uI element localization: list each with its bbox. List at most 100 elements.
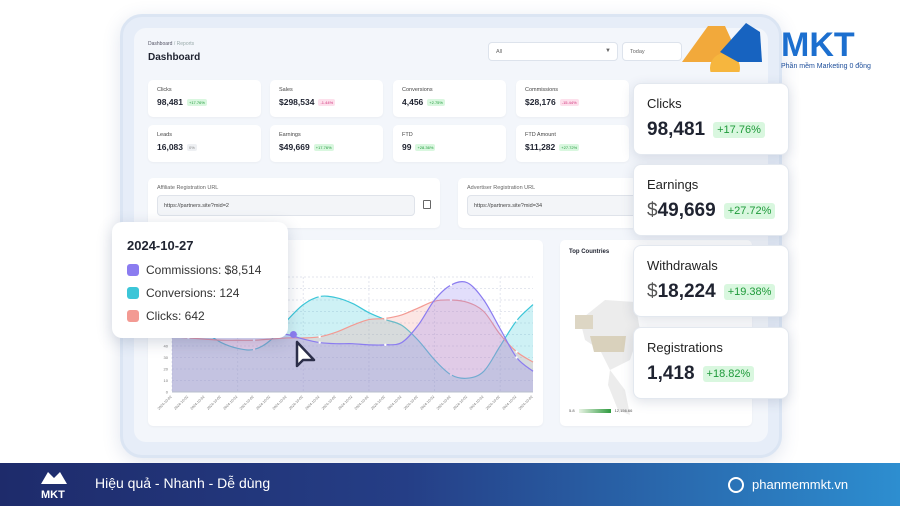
chart-tooltip: 2024-10-27 Commissions: $8,514 Conversio…	[112, 222, 288, 338]
x-tick-label: 2024-10-02	[501, 395, 517, 411]
legend-max: 12,156.66	[614, 408, 633, 413]
conversions-swatch	[127, 286, 139, 299]
highlight-change-badge: +19.38%	[723, 284, 776, 300]
currency-symbol: $	[647, 281, 658, 302]
stat-value: 99	[402, 142, 412, 152]
stat-label: FTD	[402, 132, 413, 138]
y-tick-label: 20	[164, 367, 169, 372]
tooltip-conversions-text: Conversions: 124	[146, 285, 240, 300]
date-select[interactable]: Today	[622, 42, 682, 61]
highlight-change-badge: +18.82%	[702, 366, 755, 382]
chevron-down-icon: ▼	[605, 48, 611, 54]
affiliate-url-input[interactable]: https://partners.site?mid=2	[157, 195, 415, 216]
advertiser-url-input[interactable]: https://partners.site?mid=34	[467, 195, 637, 216]
highlight-change-badge: +27.72%	[723, 203, 776, 219]
tooltip-commissions-text: Commissions: $8,514	[146, 262, 262, 277]
breadcrumb: Dashboard / Reports	[148, 41, 194, 47]
currency-symbol: $	[647, 200, 658, 221]
mkt-logo: MKT Phần mềm Marketing 0 đồng	[680, 20, 880, 83]
x-tick-label: 2024-10-02	[272, 395, 288, 411]
tooltip-clicks-text: Clicks: 642	[146, 308, 205, 323]
commissions-swatch	[127, 263, 139, 276]
stat-value: 98,481	[157, 97, 183, 107]
x-tick-label: 2024-10-02	[436, 395, 452, 411]
svg-text:MKT: MKT	[781, 26, 855, 64]
svg-text:MKT: MKT	[41, 489, 65, 501]
footer-website[interactable]: phanmemmkt.vn	[752, 477, 848, 492]
globe-icon	[728, 477, 744, 493]
point-commissions	[449, 283, 453, 287]
copy-icon[interactable]	[423, 200, 431, 209]
hover-point	[289, 331, 297, 338]
stat-change-badge: -1.44%	[318, 98, 336, 106]
highlight-value: 18,224	[657, 281, 716, 302]
mouse-cursor-icon	[295, 340, 316, 368]
page-title: Dashboard	[148, 52, 201, 63]
breadcrumb-dashboard[interactable]: Dashboard	[148, 41, 172, 47]
x-tick-label: 2024-10-02	[485, 395, 501, 411]
highlight-value: 49,669	[657, 200, 716, 221]
point-commissions	[515, 356, 518, 359]
stat-change-badge: +28.36%	[415, 143, 436, 151]
stat-value: 16,083	[157, 142, 183, 152]
x-tick-label: 2024-10-02	[403, 395, 419, 411]
date-value: Today	[630, 49, 645, 55]
tooltip-commissions: Commissions: $8,514	[127, 261, 273, 278]
stat-card-ftd-amount[interactable]: FTD Amount $11,282 +27.72%	[516, 125, 629, 162]
filter-value: All	[496, 49, 503, 55]
stat-card-ftd[interactable]: FTD 99 +28.36%	[393, 125, 506, 162]
highlight-label: Earnings	[647, 177, 699, 192]
x-tick-label: 2024-10-02	[387, 395, 403, 411]
highlight-card-earnings[interactable]: Earnings $49,669 +27.72%	[633, 164, 789, 236]
point-commissions	[318, 341, 321, 344]
filter-select[interactable]: All ▼	[488, 42, 618, 61]
x-tick-label: 2024-10-02	[321, 395, 337, 411]
highlight-card-clicks[interactable]: Clicks 98,481 +17.76%	[633, 83, 789, 155]
advertiser-url-label: Advertiser Registration URL	[467, 185, 536, 191]
tooltip-date: 2024-10-27	[127, 238, 194, 253]
stat-value: $49,669	[279, 142, 310, 152]
stat-change-badge: +17.76%	[187, 98, 207, 106]
affiliate-url-label: Affiliate Registration URL	[157, 185, 219, 191]
x-tick-label: 2024-10-02	[223, 395, 239, 411]
breadcrumb-sep: /	[173, 41, 176, 47]
stat-card-sales[interactable]: Sales $298,534 -1.44%	[270, 80, 383, 117]
footer-banner: MKT Hiệu quả - Nhanh - Dễ dùng phanmemmk…	[0, 463, 900, 506]
map-legend: 5.8 12,156.66	[569, 408, 632, 413]
stat-label: Earnings	[279, 132, 301, 138]
stat-card-commissions[interactable]: Commissions $28,176 -15.44%	[516, 80, 629, 117]
tooltip-clicks: Clicks: 642	[127, 307, 273, 324]
y-tick-label: 10	[164, 378, 169, 383]
x-tick-label: 2024-10-02	[239, 395, 255, 411]
stat-label: Leads	[157, 132, 172, 138]
highlight-value: 98,481	[647, 119, 706, 140]
x-tick-label: 2024-10-02	[469, 395, 485, 411]
stat-card-clicks[interactable]: Clicks 98,481 +17.76%	[148, 80, 261, 117]
point-conversions	[515, 319, 518, 322]
stat-change-badge: +17.76%	[313, 143, 334, 151]
stat-card-earnings[interactable]: Earnings $49,669 +17.76%	[270, 125, 383, 162]
x-tick-label: 2024-10-02	[419, 395, 435, 411]
highlight-card-withdrawals[interactable]: Withdrawals $18,224 +19.38%	[633, 245, 789, 317]
footer-tagline: Hiệu quả - Nhanh - Dễ dùng	[95, 475, 271, 491]
stat-value: 4,456	[402, 97, 424, 107]
stat-value: $11,282	[525, 142, 556, 152]
highlight-card-registrations[interactable]: Registrations 1,418 +18.82%	[633, 327, 789, 399]
x-tick-label: 2024-10-02	[452, 395, 468, 411]
point-clicks	[318, 335, 321, 338]
stat-change-badge: +27.72%	[559, 143, 580, 151]
point-clicks	[515, 350, 518, 353]
highlight-label: Registrations	[647, 340, 723, 355]
stat-card-leads[interactable]: Leads 16,083 0%	[148, 125, 261, 162]
breadcrumb-reports[interactable]: Reports	[177, 41, 195, 47]
stat-card-conversions[interactable]: Conversions 4,456 +2.75%	[393, 80, 506, 117]
clicks-swatch	[127, 309, 139, 322]
x-tick-label: 2024-10-02	[157, 395, 173, 411]
stat-change-badge: -15.44%	[559, 98, 579, 106]
y-tick-label: 30	[164, 355, 169, 360]
x-tick-label: 2024-10-02	[305, 395, 321, 411]
stat-label: Sales	[279, 87, 293, 93]
highlight-value: 1,418	[647, 363, 695, 384]
x-tick-label: 2024-10-02	[337, 395, 353, 411]
point-clicks	[384, 317, 387, 320]
